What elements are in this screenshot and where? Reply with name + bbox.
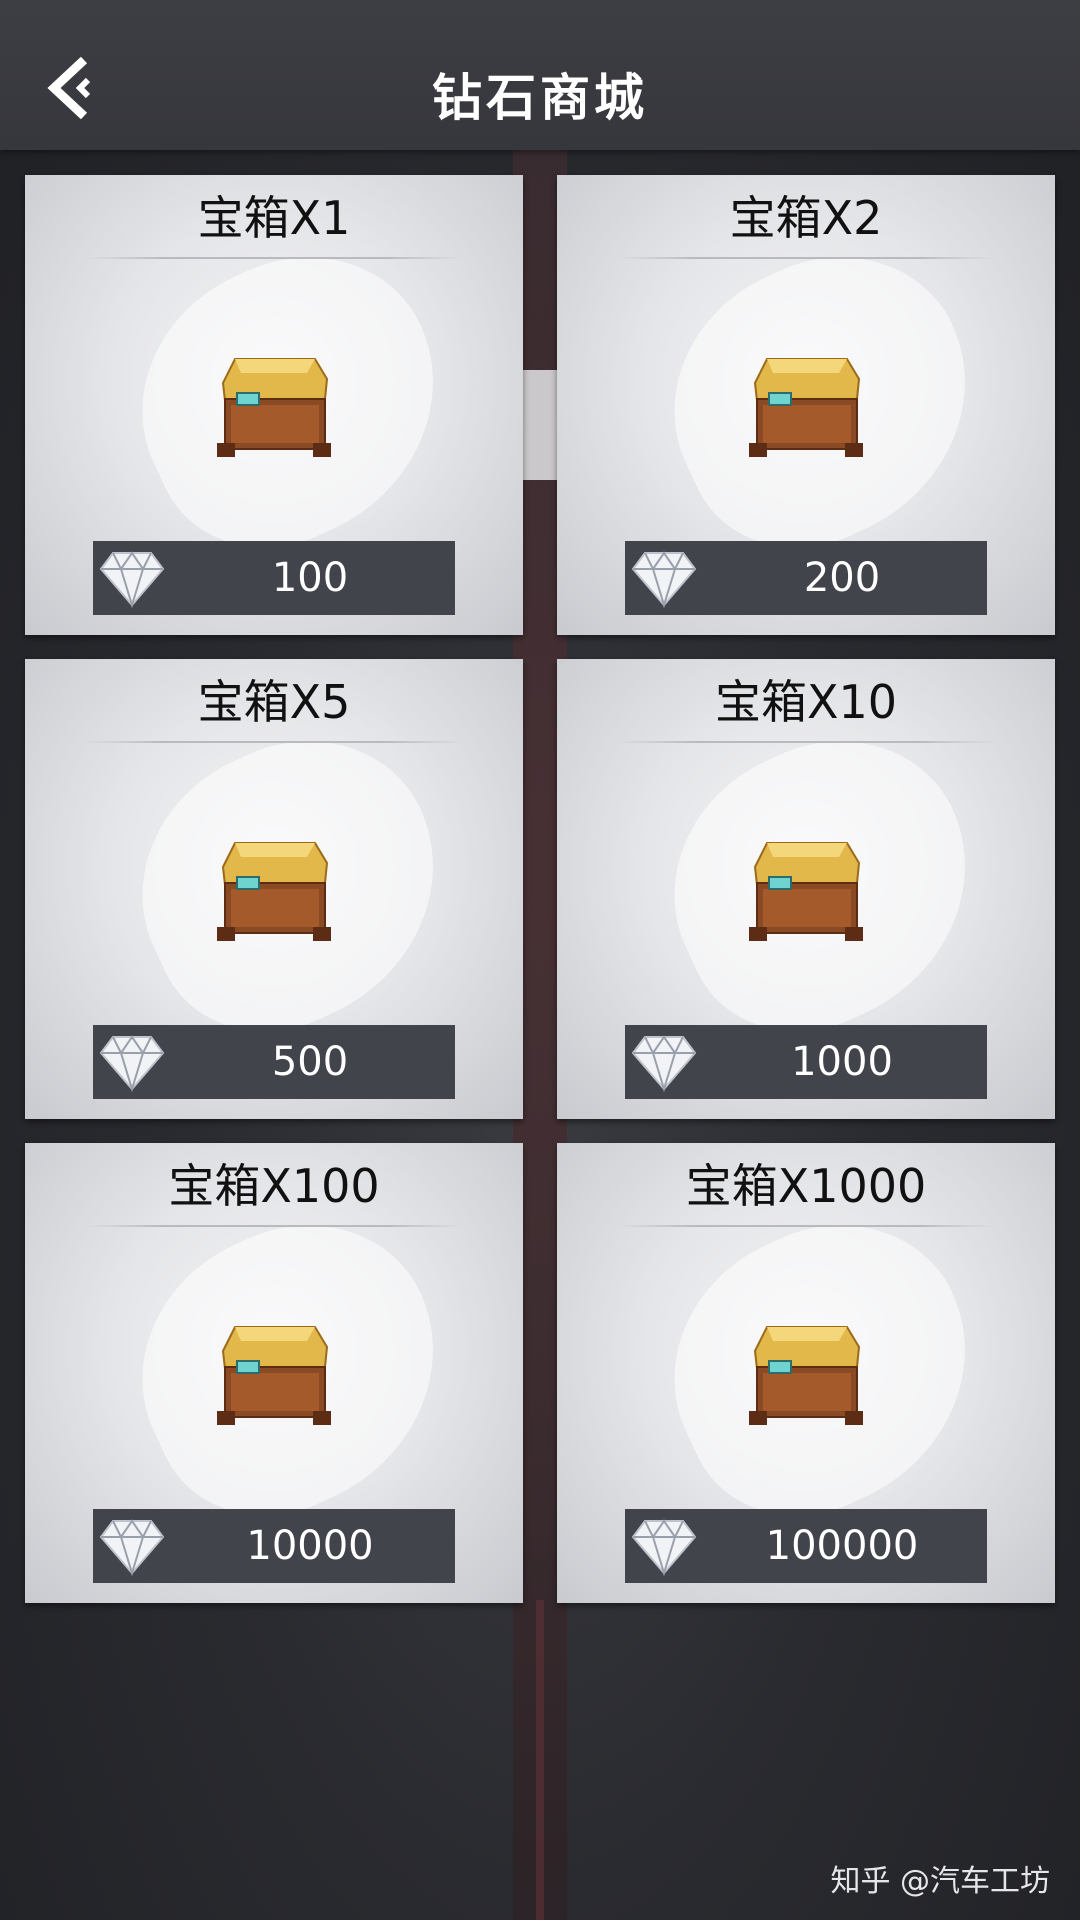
price-bar: 100000 — [625, 1509, 987, 1583]
treasure-chest-icon — [217, 1326, 331, 1425]
price-bar: 1000 — [625, 1025, 987, 1099]
title-divider — [617, 257, 995, 259]
price-label: 10000 — [246, 1523, 374, 1569]
diamond-icon — [631, 1035, 697, 1093]
product-title: 宝箱X2 — [729, 191, 883, 245]
product-title: 宝箱X1000 — [685, 1159, 927, 1213]
product-card[interactable]: 宝箱X10 1000 — [557, 659, 1055, 1119]
diamond-icon — [631, 551, 697, 609]
price-bar: 500 — [93, 1025, 455, 1099]
top-bar: 钻石商城 — [0, 0, 1080, 150]
price-bar: 100 — [93, 541, 455, 615]
price-label: 1000 — [791, 1039, 893, 1085]
diamond-icon — [99, 1519, 165, 1577]
treasure-chest-icon — [217, 358, 331, 457]
title-divider — [85, 257, 463, 259]
product-card[interactable]: 宝箱X2 200 — [557, 175, 1055, 635]
title-divider — [85, 741, 463, 743]
treasure-chest-icon — [749, 358, 863, 457]
price-label: 200 — [803, 555, 881, 601]
price-label: 100 — [271, 555, 349, 601]
product-card[interactable]: 宝箱X5 500 — [25, 659, 523, 1119]
treasure-chest-icon — [749, 842, 863, 941]
title-divider — [617, 1225, 995, 1227]
product-card[interactable]: 宝箱X100 10000 — [25, 1143, 523, 1603]
page-title: 钻石商城 — [432, 69, 648, 127]
diamond-icon — [631, 1519, 697, 1577]
diamond-icon — [99, 551, 165, 609]
product-title: 宝箱X10 — [714, 675, 898, 729]
product-title: 宝箱X100 — [168, 1159, 380, 1213]
product-card[interactable]: 宝箱X1 100 — [25, 175, 523, 635]
price-bar: 10000 — [93, 1509, 455, 1583]
title-divider — [85, 1225, 463, 1227]
price-bar: 200 — [625, 541, 987, 615]
product-card[interactable]: 宝箱X1000 100000 — [557, 1143, 1055, 1603]
title-divider — [617, 741, 995, 743]
price-label: 500 — [271, 1039, 349, 1085]
diamond-icon — [99, 1035, 165, 1093]
watermark: 知乎 @汽车工坊 — [830, 1864, 1050, 1899]
treasure-chest-icon — [749, 1326, 863, 1425]
background-accent — [536, 1600, 544, 1920]
price-label: 100000 — [765, 1523, 919, 1569]
product-title: 宝箱X5 — [197, 675, 351, 729]
product-title: 宝箱X1 — [197, 191, 351, 245]
treasure-chest-icon — [217, 842, 331, 941]
